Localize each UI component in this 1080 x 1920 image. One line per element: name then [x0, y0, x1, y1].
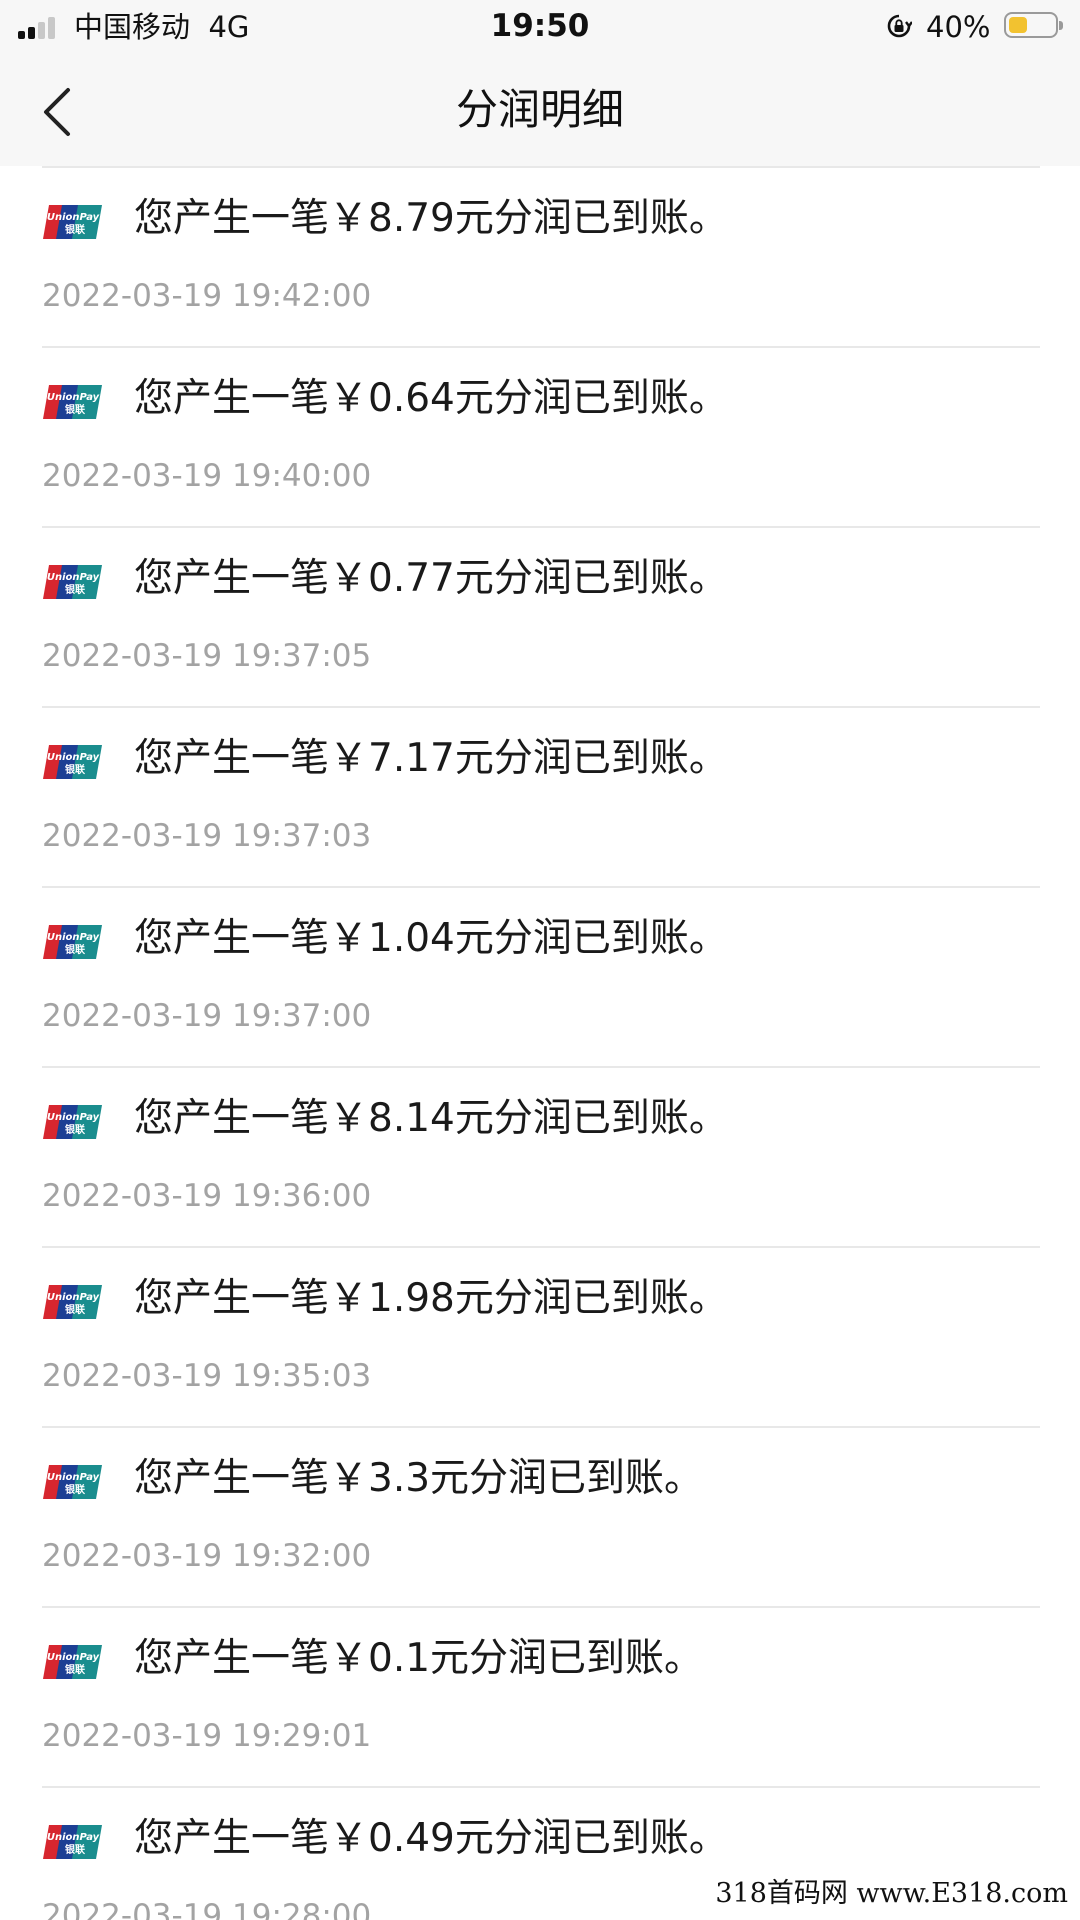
item-timestamp: 2022-03-19 19:32:00	[42, 1538, 372, 1574]
item-message: 您产生一笔￥3.3元分润已到账。	[134, 1456, 704, 1501]
list-item[interactable]: UnionPay 银联 您产生一笔￥7.17元分润已到账。 2022-03-19…	[0, 706, 1080, 886]
item-timestamp: 2022-03-19 19:29:01	[42, 1718, 372, 1754]
unionpay-icon: UnionPay 银联	[42, 743, 104, 781]
item-timestamp: 2022-03-19 19:35:03	[42, 1358, 372, 1394]
unionpay-icon: UnionPay 银联	[42, 203, 104, 241]
svg-text:UnionPay: UnionPay	[47, 932, 100, 943]
svg-text:UnionPay: UnionPay	[47, 572, 100, 583]
rotation-lock-icon	[886, 13, 913, 39]
item-message: 您产生一笔￥8.79元分润已到账。	[134, 196, 728, 241]
status-time: 19:50	[490, 8, 590, 44]
divider	[42, 1786, 1040, 1788]
unionpay-icon: UnionPay 银联	[42, 383, 104, 421]
svg-text:UnionPay: UnionPay	[47, 1472, 100, 1483]
item-timestamp: 2022-03-19 19:28:00	[42, 1898, 372, 1920]
divider	[42, 526, 1040, 528]
unionpay-icon: UnionPay 银联	[42, 1103, 104, 1141]
svg-text:UnionPay: UnionPay	[47, 212, 100, 223]
divider	[42, 1246, 1040, 1248]
list-item[interactable]: UnionPay 银联 您产生一笔￥0.1元分润已到账。 2022-03-19 …	[0, 1606, 1080, 1786]
list-item[interactable]: UnionPay 银联 您产生一笔￥1.98元分润已到账。 2022-03-19…	[0, 1246, 1080, 1426]
svg-text:UnionPay: UnionPay	[47, 1292, 100, 1303]
divider	[42, 1426, 1040, 1428]
item-message: 您产生一笔￥1.04元分润已到账。	[134, 916, 728, 961]
item-message: 您产生一笔￥0.77元分润已到账。	[134, 556, 728, 601]
profit-list: UnionPay 银联 您产生一笔￥8.79元分润已到账。 2022-03-19…	[0, 166, 1080, 1920]
item-timestamp: 2022-03-19 19:40:00	[42, 458, 372, 494]
svg-text:银联: 银联	[65, 403, 85, 416]
svg-text:银联: 银联	[65, 223, 85, 236]
divider	[42, 1066, 1040, 1068]
divider	[42, 886, 1040, 888]
battery-percentage: 40%	[926, 10, 991, 44]
svg-text:UnionPay: UnionPay	[47, 752, 100, 763]
unionpay-icon: UnionPay 银联	[42, 1643, 104, 1681]
item-message: 您产生一笔￥0.49元分润已到账。	[134, 1816, 728, 1861]
list-item[interactable]: UnionPay 银联 您产生一笔￥0.64元分润已到账。 2022-03-19…	[0, 346, 1080, 526]
list-item[interactable]: UnionPay 银联 您产生一笔￥1.04元分润已到账。 2022-03-19…	[0, 886, 1080, 1066]
item-timestamp: 2022-03-19 19:36:00	[42, 1178, 372, 1214]
item-timestamp: 2022-03-19 19:37:00	[42, 998, 372, 1034]
divider	[42, 346, 1040, 348]
list-item[interactable]: UnionPay 银联 您产生一笔￥3.3元分润已到账。 2022-03-19 …	[0, 1426, 1080, 1606]
item-message: 您产生一笔￥0.1元分润已到账。	[134, 1636, 704, 1681]
status-bar: 中国移动 4G 19:50 40%	[0, 0, 1080, 54]
battery-icon	[1004, 12, 1063, 38]
list-item[interactable]: UnionPay 银联 您产生一笔￥8.79元分润已到账。 2022-03-19…	[0, 166, 1080, 346]
unionpay-icon: UnionPay 银联	[42, 1463, 104, 1501]
svg-text:银联: 银联	[65, 1843, 85, 1856]
svg-text:银联: 银联	[65, 1303, 85, 1316]
unionpay-icon: UnionPay 银联	[42, 1283, 104, 1321]
battery-level-fill	[1009, 17, 1027, 33]
item-message: 您产生一笔￥7.17元分润已到账。	[134, 736, 728, 781]
svg-text:银联: 银联	[65, 943, 85, 956]
item-message: 您产生一笔￥1.98元分润已到账。	[134, 1276, 728, 1321]
svg-text:银联: 银联	[65, 763, 85, 776]
divider	[42, 166, 1040, 168]
navigation-bar: 分润明细	[0, 54, 1080, 166]
divider	[42, 706, 1040, 708]
list-item[interactable]: UnionPay 银联 您产生一笔￥0.77元分润已到账。 2022-03-19…	[0, 526, 1080, 706]
svg-text:银联: 银联	[65, 1123, 85, 1136]
svg-text:UnionPay: UnionPay	[47, 1652, 100, 1663]
item-message: 您产生一笔￥0.64元分润已到账。	[134, 376, 728, 421]
page-title: 分润明细	[455, 85, 624, 134]
item-timestamp: 2022-03-19 19:37:03	[42, 818, 372, 854]
svg-text:UnionPay: UnionPay	[47, 1832, 100, 1843]
unionpay-icon: UnionPay 银联	[42, 923, 104, 961]
svg-text:银联: 银联	[65, 583, 85, 596]
svg-text:UnionPay: UnionPay	[47, 1112, 100, 1123]
unionpay-icon: UnionPay 银联	[42, 563, 104, 601]
watermark: 318首码网 www.E318.com	[709, 1874, 1074, 1914]
svg-text:银联: 银联	[65, 1663, 85, 1676]
screen: 中国移动 4G 19:50 40% 分润明细 UnionPay 银联 您产生一笔…	[0, 0, 1080, 1920]
unionpay-icon: UnionPay 银联	[42, 1823, 104, 1861]
item-timestamp: 2022-03-19 19:42:00	[42, 278, 372, 314]
list-item[interactable]: UnionPay 银联 您产生一笔￥8.14元分润已到账。 2022-03-19…	[0, 1066, 1080, 1246]
item-timestamp: 2022-03-19 19:37:05	[42, 638, 372, 674]
svg-text:银联: 银联	[65, 1483, 85, 1496]
svg-text:UnionPay: UnionPay	[47, 392, 100, 403]
divider	[42, 1606, 1040, 1608]
item-message: 您产生一笔￥8.14元分润已到账。	[134, 1096, 728, 1141]
